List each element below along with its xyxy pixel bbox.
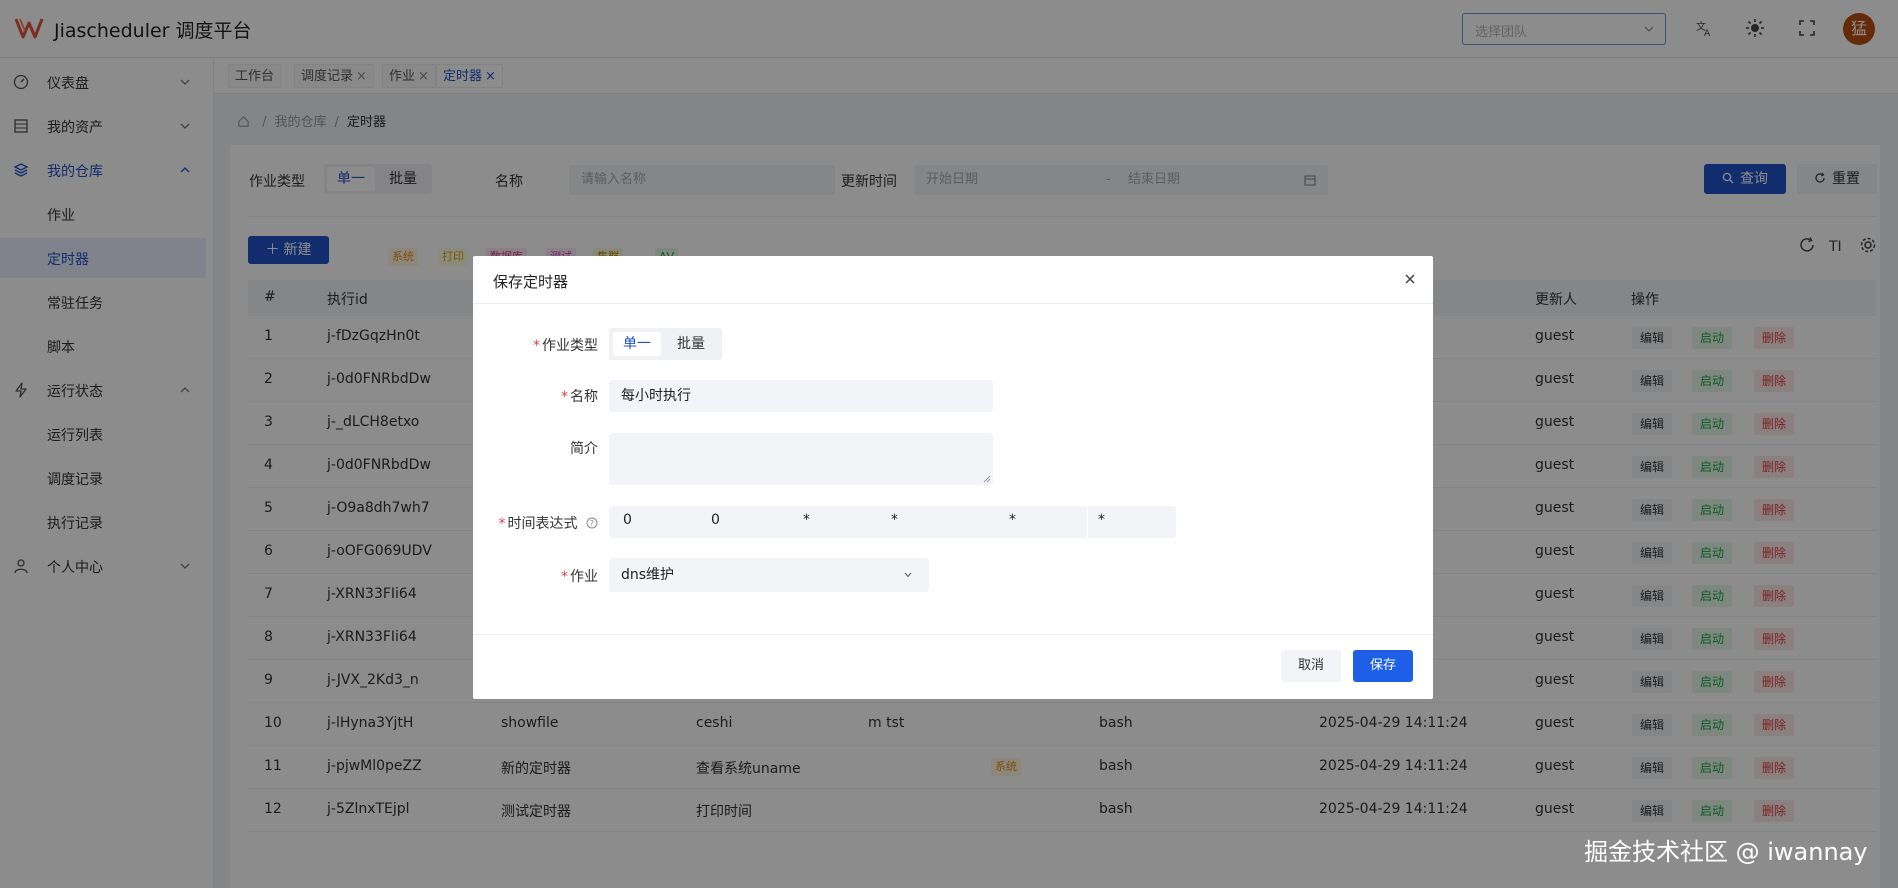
close-icon[interactable] — [1402, 271, 1418, 287]
name-input[interactable]: 每小时执行 — [609, 380, 993, 412]
save-button[interactable]: 保存 — [1353, 650, 1413, 682]
watermark-text: 掘金技术社区 @ iwannay — [1584, 838, 1868, 866]
cron-label: * 时间表达式 ? — [493, 513, 598, 533]
job-label: * 作业 — [526, 566, 598, 586]
required-mark: * — [561, 389, 568, 405]
name-label: * 名称 — [526, 386, 598, 406]
resize-handle-icon[interactable] — [983, 475, 991, 483]
job-select-value: dns维护 — [621, 567, 675, 583]
cron-weekday-field[interactable]: * — [1009, 512, 1016, 528]
job-type-label-text: 作业类型 — [542, 338, 598, 354]
cron-hour-field[interactable]: 0 — [711, 512, 720, 528]
job-type-label: * 作业类型 — [526, 335, 598, 355]
job-type-opt-batch[interactable]: 批量 — [667, 332, 715, 356]
question-circle-icon[interactable]: ? — [586, 517, 598, 529]
save-timer-dialog: 保存定时器 * 作业类型 单一 批量 * 名称 每小时执行 简介 * 时间表达式 ? … — [473, 256, 1433, 699]
cron-label-text: 时间表达式 — [507, 516, 578, 532]
dialog-title: 保存定时器 — [493, 273, 569, 291]
cron-divider — [1087, 506, 1088, 538]
required-mark: * — [561, 569, 568, 585]
cron-day-field[interactable]: * — [803, 512, 810, 528]
dialog-divider — [473, 303, 1433, 304]
description-textarea[interactable] — [609, 433, 993, 485]
cron-month-field[interactable]: * — [891, 512, 898, 528]
job-type-segment: 单一 批量 — [609, 328, 722, 360]
cron-expression-input: 0 0 * * * * — [609, 506, 1176, 538]
required-mark: * — [533, 338, 540, 354]
cron-minute-field[interactable]: 0 — [623, 512, 632, 528]
job-select[interactable]: dns维护 — [609, 558, 929, 592]
cron-extra-field[interactable]: * — [1098, 512, 1105, 528]
description-label: 简介 — [570, 441, 598, 457]
chevron-down-icon — [904, 572, 912, 578]
dialog-footer-divider — [473, 634, 1433, 635]
job-type-opt-single[interactable]: 单一 — [613, 332, 661, 356]
name-label-text: 名称 — [570, 389, 598, 405]
svg-text:?: ? — [590, 519, 594, 528]
job-label-text: 作业 — [570, 569, 598, 585]
required-mark: * — [498, 516, 506, 532]
cancel-button[interactable]: 取消 — [1281, 650, 1341, 682]
